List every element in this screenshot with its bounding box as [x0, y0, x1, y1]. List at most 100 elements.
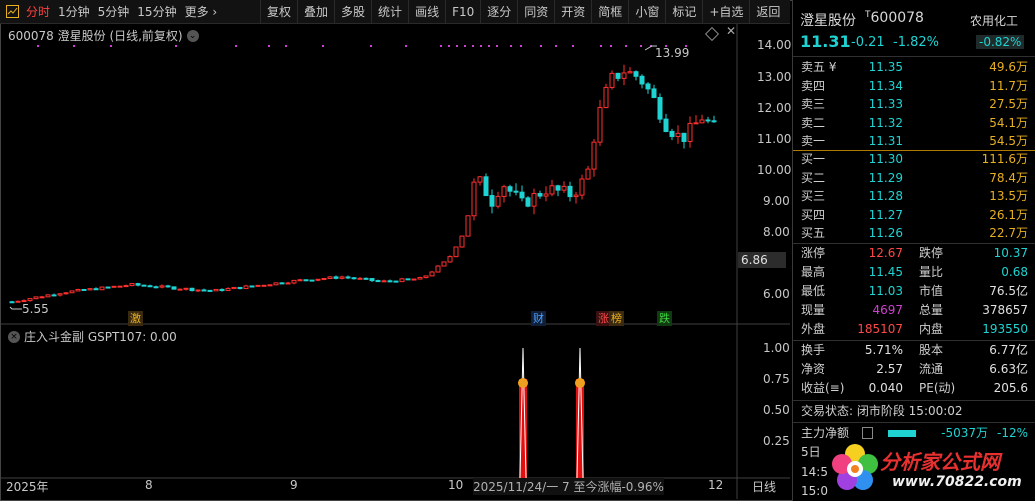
ask-row[interactable]: 卖五 ¥ 11.35 49.6万	[793, 58, 1035, 77]
candle-body[interactable]	[441, 261, 447, 267]
candle-body[interactable]	[15, 300, 21, 303]
event-tag-ji[interactable]: 激	[128, 311, 143, 326]
chevron-down-icon[interactable]: ⌄	[186, 29, 199, 42]
event-tag-die[interactable]: 跌	[657, 311, 672, 326]
tab-5min[interactable]: 5分钟	[94, 0, 134, 24]
candle-body[interactable]	[237, 286, 243, 290]
candle-body[interactable]	[219, 288, 225, 292]
stats-row[interactable]: 换手 5.71% 股本 6.77亿	[793, 341, 1035, 360]
candle-body[interactable]	[75, 288, 81, 292]
mark-button[interactable]: 标记	[665, 0, 702, 24]
candle-body[interactable]	[69, 290, 75, 294]
candle-body[interactable]	[27, 298, 33, 302]
same-capital-button[interactable]: 同资	[517, 0, 554, 24]
by-minute-button[interactable]: 逐分	[480, 0, 517, 24]
candle-body[interactable]	[273, 282, 279, 286]
candle-body[interactable]	[711, 120, 717, 123]
candle-body[interactable]	[39, 296, 45, 299]
candle-body[interactable]	[213, 288, 219, 292]
candle-body[interactable]	[195, 289, 201, 292]
ask-row[interactable]: 卖二 11.32 54.1万	[793, 114, 1035, 133]
candle-body[interactable]	[399, 278, 405, 283]
candle-body[interactable]	[393, 280, 399, 283]
candle-body[interactable]	[375, 280, 381, 283]
candle-body[interactable]	[327, 276, 333, 279]
candle-body[interactable]	[459, 235, 465, 248]
candle-body[interactable]	[639, 75, 645, 85]
candle-body[interactable]	[111, 285, 117, 288]
candle-body[interactable]	[699, 119, 705, 124]
candle-body[interactable]	[615, 72, 621, 79]
candle-body[interactable]	[243, 285, 249, 290]
candle-body[interactable]	[405, 278, 411, 281]
draw-line-button[interactable]: 画线	[408, 0, 445, 24]
close-icon[interactable]: ✕	[726, 24, 736, 38]
candle-body[interactable]	[555, 185, 561, 191]
bid-row[interactable]: 买一 11.30 111.6万	[793, 150, 1035, 169]
candle-body[interactable]	[123, 285, 129, 288]
candle-body[interactable]	[477, 176, 483, 183]
candle-body[interactable]	[141, 284, 147, 287]
open-capital-button[interactable]: 开资	[554, 0, 591, 24]
table-icon[interactable]	[862, 427, 873, 439]
candle-body[interactable]	[669, 130, 675, 137]
candle-body[interactable]	[87, 288, 93, 291]
candle-body[interactable]	[681, 132, 687, 142]
candle-body[interactable]	[471, 181, 477, 217]
candle-body[interactable]	[369, 278, 375, 282]
candle-body[interactable]	[627, 71, 633, 74]
candle-body[interactable]	[693, 122, 699, 125]
candle-body[interactable]	[285, 282, 291, 285]
candle-body[interactable]	[435, 265, 441, 273]
stats-row[interactable]: 收益(≡) 0.040 PE(动) 205.6	[793, 379, 1035, 398]
candle-body[interactable]	[81, 288, 87, 291]
candle-body[interactable]	[657, 96, 663, 120]
candlestick-chart[interactable]	[0, 24, 790, 499]
tab-more[interactable]: 更多 ›	[181, 0, 222, 24]
back-button[interactable]: 返回	[749, 0, 786, 24]
candle-body[interactable]	[321, 277, 327, 280]
candle-body[interactable]	[225, 288, 231, 292]
event-tag-cai[interactable]: 财	[531, 311, 546, 326]
candle-body[interactable]	[201, 289, 207, 292]
candle-body[interactable]	[609, 72, 615, 88]
bid-row[interactable]: 买三 11.28 13.5万	[793, 187, 1035, 206]
ask-row[interactable]: 卖三 11.33 27.5万	[793, 95, 1035, 114]
candle-body[interactable]	[495, 195, 501, 207]
candle-body[interactable]	[117, 285, 123, 288]
candle-body[interactable]	[447, 256, 453, 263]
candle-body[interactable]	[543, 193, 549, 197]
candle-body[interactable]	[333, 276, 339, 279]
bid-row[interactable]: 买五 11.26 22.7万	[793, 224, 1035, 243]
candle-body[interactable]	[57, 293, 63, 296]
candle-body[interactable]	[567, 185, 573, 198]
sector-name[interactable]: 农用化工	[970, 12, 1018, 29]
close-indicator-icon[interactable]: ×	[8, 330, 20, 343]
candle-body[interactable]	[147, 285, 153, 288]
candle-body[interactable]	[93, 288, 99, 291]
overlay-button[interactable]: 叠加	[297, 0, 334, 24]
candle-body[interactable]	[183, 287, 189, 290]
candle-body[interactable]	[501, 186, 507, 197]
bid-row[interactable]: 买四 11.27 26.1万	[793, 206, 1035, 225]
candle-body[interactable]	[489, 195, 495, 207]
stats-row[interactable]: 外盘 185107 内盘 193550	[793, 320, 1035, 339]
candle-body[interactable]	[291, 279, 297, 284]
candle-body[interactable]	[189, 287, 195, 292]
candle-body[interactable]	[507, 186, 513, 192]
candle-body[interactable]	[417, 277, 423, 280]
candle-body[interactable]	[105, 286, 111, 289]
candle-body[interactable]	[519, 191, 525, 199]
multi-stock-button[interactable]: 多股	[334, 0, 371, 24]
candle-body[interactable]	[63, 292, 69, 295]
candle-body[interactable]	[345, 276, 351, 279]
candle-body[interactable]	[453, 246, 459, 258]
candle-body[interactable]	[303, 279, 309, 282]
candle-body[interactable]	[687, 122, 693, 142]
candle-body[interactable]	[591, 141, 597, 170]
candle-body[interactable]	[579, 178, 585, 196]
candle-body[interactable]	[129, 283, 135, 287]
stats-row[interactable]: 最低 11.03 市值 76.5亿	[793, 282, 1035, 301]
candle-body[interactable]	[513, 190, 519, 193]
candle-body[interactable]	[171, 286, 177, 290]
